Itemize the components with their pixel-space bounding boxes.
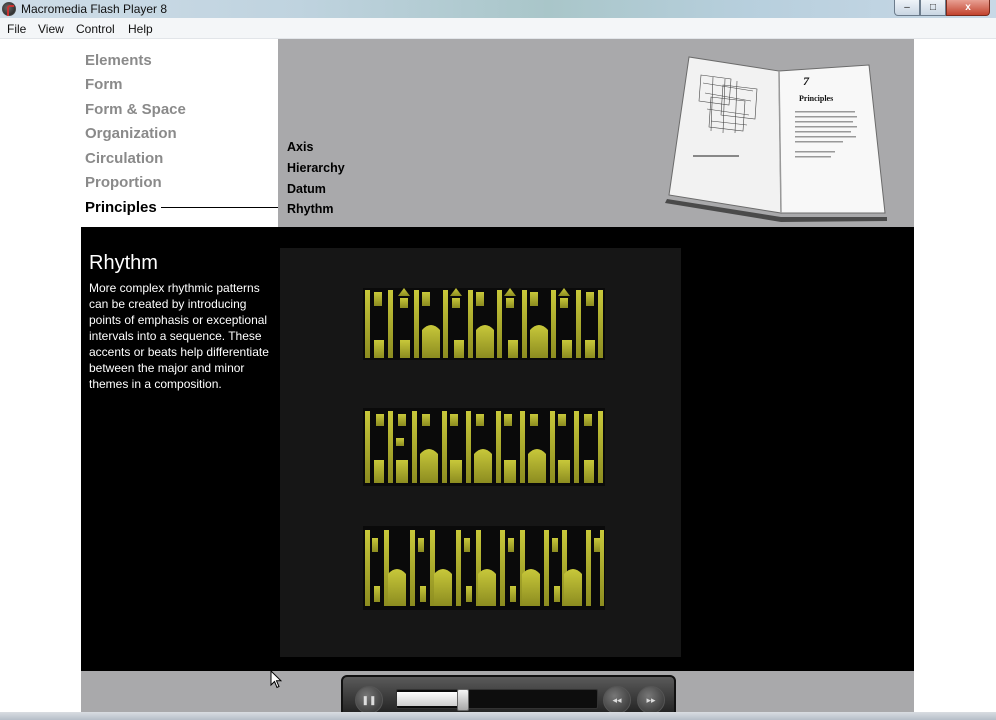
rhythm-pattern-row-3 [363, 526, 605, 610]
content-title: Rhythm [89, 252, 158, 274]
taskbar-edge [0, 712, 996, 720]
nav-item-elements[interactable]: Elements [85, 52, 152, 69]
content-description: More complex rhythmic patterns can be cr… [89, 281, 269, 391]
menu-help[interactable]: Help [128, 22, 153, 36]
active-nav-connector [161, 207, 278, 208]
progress-track[interactable] [396, 689, 598, 711]
rewind-icon: ◂◂ [612, 695, 622, 705]
menu-view[interactable]: View [38, 22, 64, 36]
chapter-nav: Elements Form Form & Space Organization … [81, 39, 278, 227]
nav-item-principles[interactable]: Principles [85, 199, 157, 216]
rewind-button[interactable]: ◂◂ [603, 686, 631, 714]
nav-item-circulation[interactable]: Circulation [85, 150, 163, 167]
mouse-cursor-icon [270, 670, 282, 689]
nav-item-form[interactable]: Form [85, 76, 123, 93]
subnav-item-axis[interactable]: Axis [287, 140, 313, 154]
rhythm-pattern-row-2 [363, 408, 605, 486]
book-chapter-title: Principles [799, 94, 833, 103]
rhythm-pattern-row-1 [363, 288, 605, 360]
book-chapter-number: 7 [803, 74, 810, 88]
window-titlebar[interactable]: Macromedia Flash Player 8 – □ x [0, 0, 996, 18]
window-controls: – □ x [894, 0, 990, 16]
progress-thumb[interactable] [457, 689, 469, 711]
rhythm-illustration-panel [280, 248, 681, 657]
pause-button[interactable]: ❚❚ [355, 686, 383, 714]
menu-control[interactable]: Control [76, 22, 115, 36]
open-book-image: 7 Principles [665, 56, 887, 222]
maximize-button[interactable]: □ [920, 0, 946, 16]
subnav-item-rhythm[interactable]: Rhythm [287, 202, 334, 216]
nav-item-organization[interactable]: Organization [85, 125, 177, 142]
fast-forward-button[interactable]: ▸▸ [637, 686, 665, 714]
content-area: Rhythm More complex rhythmic patterns ca… [81, 227, 914, 671]
subnav-item-datum[interactable]: Datum [287, 182, 326, 196]
nav-item-form-space[interactable]: Form & Space [85, 101, 186, 118]
minimize-button[interactable]: – [894, 0, 920, 16]
flash-stage: Elements Form Form & Space Organization … [81, 39, 914, 720]
menu-file[interactable]: File [7, 22, 26, 36]
rhythm-illustration [363, 288, 605, 610]
window-title: Macromedia Flash Player 8 [21, 2, 168, 16]
fast-forward-icon: ▸▸ [646, 695, 656, 705]
nav-item-proportion[interactable]: Proportion [85, 174, 162, 191]
close-button[interactable]: x [946, 0, 990, 16]
progress-fill [397, 692, 457, 706]
menu-bar: File View Control Help [0, 18, 996, 39]
header-panel: Axis Hierarchy Datum Rhythm 7 Principles [278, 39, 914, 227]
flash-player-icon [2, 2, 16, 16]
subnav-item-hierarchy[interactable]: Hierarchy [287, 161, 345, 175]
pause-icon: ❚❚ [361, 695, 377, 705]
